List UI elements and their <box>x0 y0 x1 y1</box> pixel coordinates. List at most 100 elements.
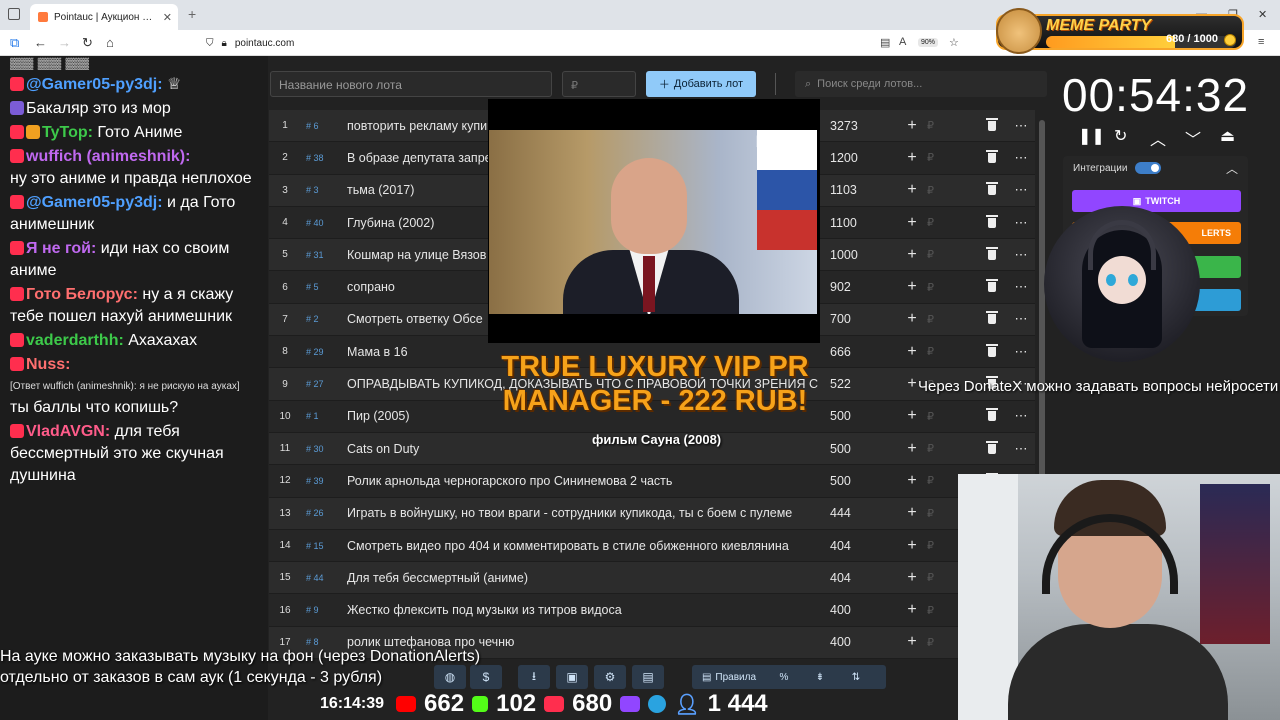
new-lot-input[interactable]: Название нового лота <box>270 71 552 97</box>
avatar-eye <box>1106 274 1116 286</box>
lot-currency-input[interactable]: ₽ <box>927 151 977 164</box>
delete-lot-button[interactable] <box>977 440 1007 456</box>
tab-list-icon[interactable] <box>8 8 20 20</box>
more-icon[interactable]: ⋯ <box>1007 441 1035 457</box>
delete-lot-button[interactable] <box>977 408 1007 423</box>
more-icon[interactable]: ⋯ <box>1007 408 1035 424</box>
delete-lot-button[interactable] <box>977 149 1007 165</box>
integrations-toggle[interactable] <box>1135 162 1161 174</box>
more-icon[interactable]: ⋯ <box>1007 311 1035 327</box>
lot-search-input[interactable]: ⌕ Поиск среди лотов... <box>795 71 1047 97</box>
lot-name[interactable]: Жестко флексить под музыки из титров вид… <box>347 603 827 617</box>
chat-nick: vaderdarthh: <box>26 332 124 349</box>
add-to-lot-button[interactable]: + <box>897 149 927 167</box>
address-bar[interactable]: ⛉ 🔒︎ pointauc.com <box>200 33 970 53</box>
back-icon[interactable]: ← <box>34 35 47 50</box>
lot-amount: 700 <box>830 312 851 327</box>
trash-icon <box>986 182 998 196</box>
new-tab-icon[interactable]: + <box>188 6 196 22</box>
add-to-lot-button[interactable]: + <box>897 181 927 199</box>
add-to-lot-button[interactable]: + <box>897 117 927 135</box>
more-icon[interactable]: ⋯ <box>1007 215 1035 231</box>
lot-name[interactable]: Ролик арнольда черногарского про Сининем… <box>347 474 827 488</box>
add-to-lot-button[interactable]: + <box>897 569 927 587</box>
forward-icon[interactable]: → <box>58 35 71 50</box>
scrollbar[interactable] <box>1039 120 1045 480</box>
add-to-lot-button[interactable]: + <box>897 440 927 458</box>
delete-lot-button[interactable] <box>977 246 1007 262</box>
lot-currency-input[interactable]: ₽ <box>927 216 977 229</box>
lot-currency-input[interactable]: ₽ <box>927 313 977 326</box>
delete-lot-button[interactable] <box>977 311 1007 326</box>
add-to-lot-button[interactable]: + <box>897 214 927 232</box>
delete-lot-button[interactable] <box>977 117 1007 133</box>
add-to-lot-button[interactable]: + <box>897 278 927 296</box>
settings-icon[interactable]: ⚙ <box>594 665 626 689</box>
more-icon[interactable]: ⋯ <box>1007 344 1035 360</box>
price-input[interactable]: ₽ <box>562 71 636 97</box>
add-to-lot-button[interactable]: + <box>897 537 927 555</box>
more-icon[interactable]: ⋯ <box>1007 247 1035 263</box>
lot-rank: 10 <box>279 410 291 422</box>
add-to-lot-button[interactable]: + <box>897 472 927 490</box>
collapse-icon[interactable]: ⏏ <box>1220 126 1235 146</box>
delete-lot-button[interactable] <box>977 214 1007 230</box>
lot-currency-input[interactable]: ₽ <box>927 345 977 358</box>
lot-name[interactable]: Cats on Duty <box>347 442 827 456</box>
percent-button[interactable]: % <box>766 672 802 683</box>
save-icon[interactable]: ▣ <box>556 665 588 689</box>
more-icon[interactable]: ⋯ <box>1007 182 1035 198</box>
add-to-lot-button[interactable]: + <box>897 601 927 619</box>
lot-name[interactable]: Играть в войнушку, но твои враги - сотру… <box>347 506 827 520</box>
delete-lot-button[interactable] <box>977 343 1007 359</box>
lot-name[interactable]: Для тебя бессмертный (аниме) <box>347 571 827 585</box>
download-icon[interactable]: ⭳ <box>518 665 550 689</box>
reader-icon[interactable]: ▤ <box>880 36 890 49</box>
more-icon[interactable]: ⋯ <box>1007 118 1035 134</box>
more-icon[interactable]: ⋯ <box>1007 279 1035 295</box>
reset-icon[interactable]: ↻ <box>1114 126 1127 146</box>
zoom-level[interactable]: 90% <box>918 38 939 47</box>
home-icon[interactable]: ⌂ <box>106 35 114 50</box>
add-lot-button[interactable]: ＋ Добавить лот <box>646 71 756 97</box>
lot-currency-input[interactable]: ₽ <box>927 410 977 423</box>
menu-icon[interactable]: ≡ <box>1258 36 1264 48</box>
live-badge-icon <box>10 149 24 163</box>
coin-icon <box>1224 34 1236 46</box>
lot-currency-input[interactable]: ₽ <box>927 184 977 197</box>
sidebar-icon[interactable]: ⧉ <box>10 35 19 51</box>
rules-button[interactable]: ▤ Правила <box>692 672 766 683</box>
chevron-down-icon[interactable]: ﹀ <box>1185 126 1201 150</box>
close-window-icon[interactable]: ✕ <box>1258 8 1267 21</box>
chat-text: Бакаляр это из мор <box>26 100 171 117</box>
chevron-up-icon[interactable]: ︿ <box>1150 126 1166 150</box>
split-icon[interactable]: ⇟ <box>802 672 838 683</box>
lot-currency-input[interactable]: ₽ <box>927 281 977 294</box>
lot-name[interactable]: Смотреть видео про 404 и комментировать … <box>347 539 827 553</box>
delete-lot-button[interactable] <box>977 182 1007 197</box>
add-to-lot-button[interactable]: + <box>897 504 927 522</box>
add-to-lot-button[interactable]: + <box>897 246 927 264</box>
lot-id: # 27 <box>306 379 324 390</box>
twitch-icon <box>620 696 641 712</box>
delete-lot-button[interactable] <box>977 279 1007 294</box>
clear-icon[interactable]: ▤ <box>632 665 664 689</box>
lot-id: # 2 <box>306 314 319 325</box>
close-tab-icon[interactable]: ✕ <box>163 11 178 24</box>
pause-icon[interactable]: ❚❚ <box>1078 126 1105 146</box>
add-to-lot-button[interactable]: + <box>897 310 927 328</box>
add-to-lot-button[interactable]: + <box>897 633 927 651</box>
bookmark-star-icon[interactable]: ☆ <box>949 36 959 49</box>
lot-currency-input[interactable]: ₽ <box>927 442 977 455</box>
translate-icon[interactable]: A <box>899 36 906 48</box>
chevron-up-icon[interactable]: ︿ <box>1226 160 1238 177</box>
sort-icon[interactable]: ⇅ <box>838 672 874 683</box>
lot-currency-input[interactable]: ₽ <box>927 119 977 132</box>
add-to-lot-button[interactable]: + <box>897 343 927 361</box>
browser-tab[interactable]: Pointauc | Аукцион для стримеров ✕ <box>30 4 178 30</box>
more-icon[interactable]: ⋯ <box>1007 150 1035 166</box>
lot-id: # 26 <box>306 508 324 519</box>
add-to-lot-button[interactable]: + <box>897 407 927 425</box>
reload-icon[interactable]: ↻ <box>82 35 93 51</box>
lot-currency-input[interactable]: ₽ <box>927 248 977 261</box>
